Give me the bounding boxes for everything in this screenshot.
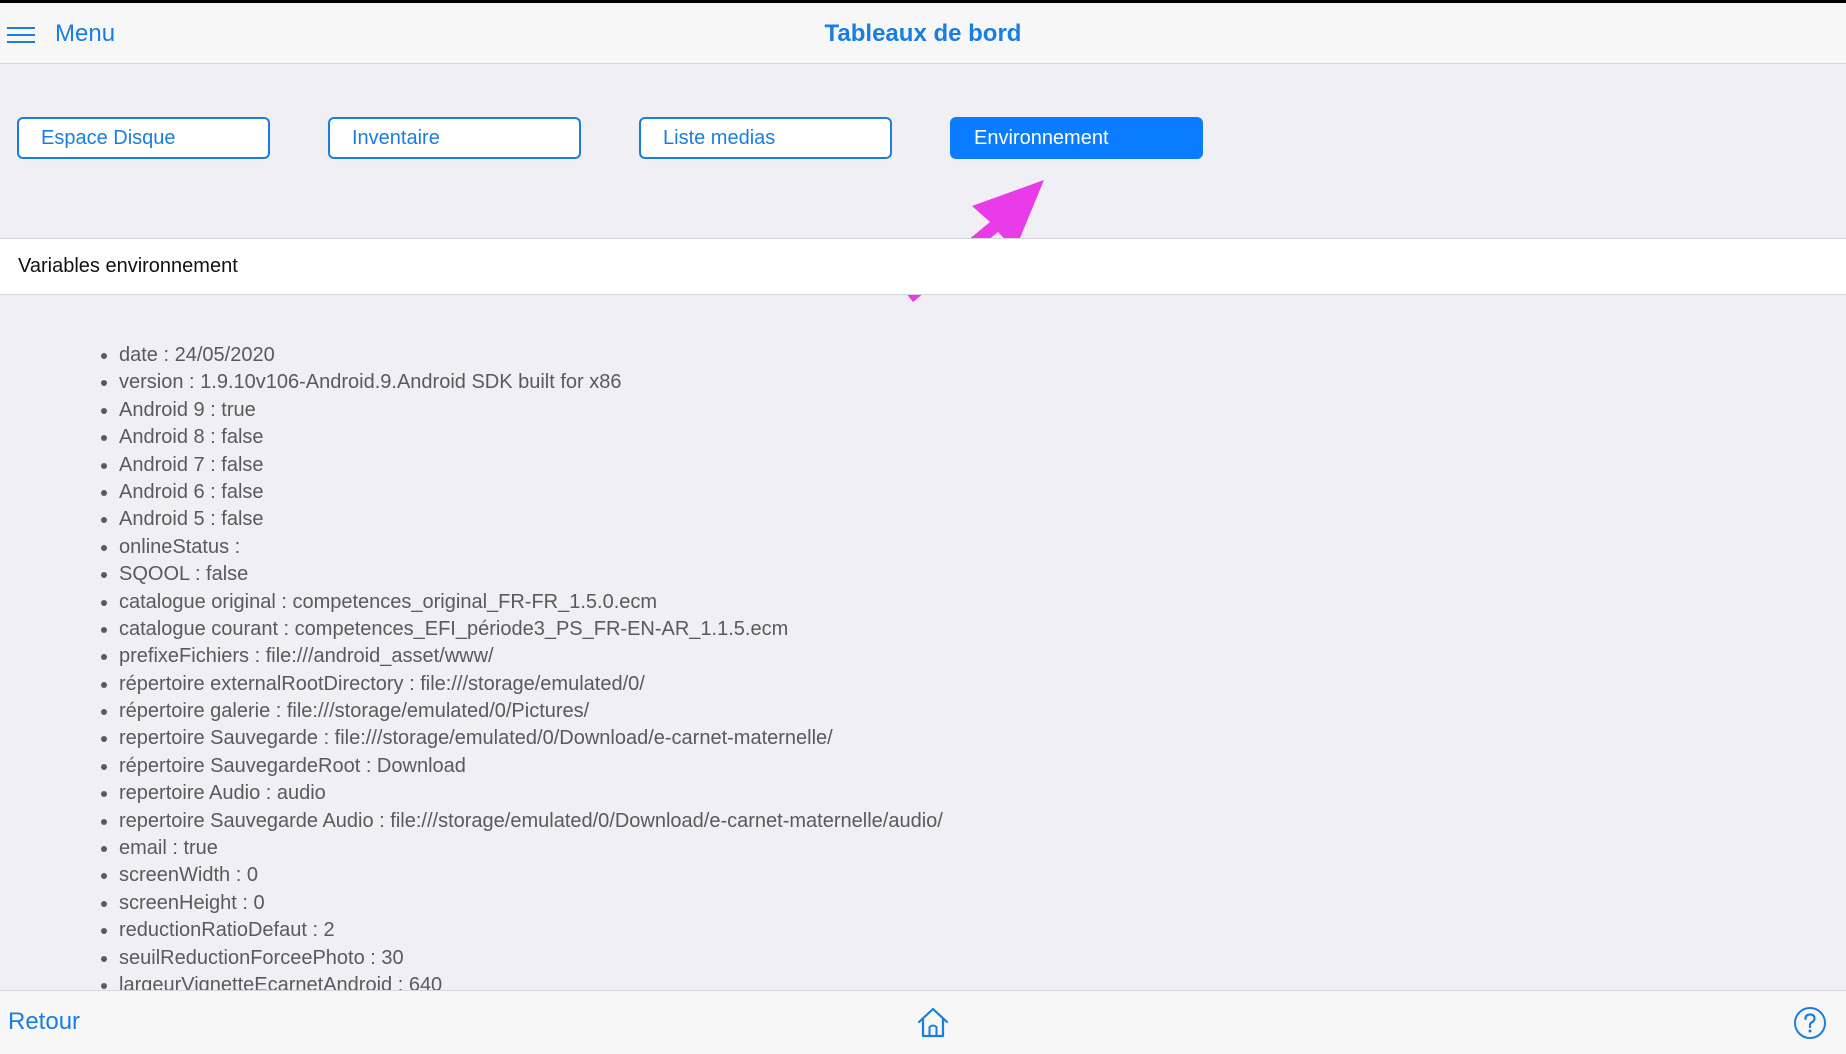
section-title: Variables environnement xyxy=(18,255,238,277)
section-header: Variables environnement xyxy=(0,238,1846,295)
list-item: repertoire Sauvegarde Audio : file:///st… xyxy=(119,808,943,835)
list-item: seuilReductionForceePhoto : 30 xyxy=(119,945,943,972)
back-button[interactable]: Retour xyxy=(8,991,80,1053)
list-item: répertoire SauvegardeRoot : Download xyxy=(119,753,943,780)
list-item: Android 7 : false xyxy=(119,452,943,479)
list-item: repertoire Audio : audio xyxy=(119,780,943,807)
list-item: SQOOL : false xyxy=(119,561,943,588)
list-item: Android 5 : false xyxy=(119,506,943,533)
list-item: prefixeFichiers : file:///android_asset/… xyxy=(119,643,943,670)
list-item: répertoire externalRootDirectory : file:… xyxy=(119,671,943,698)
app-window: Menu Tableaux de bord Espace Disque Inve… xyxy=(0,0,1846,1054)
list-item: répertoire galerie : file:///storage/emu… xyxy=(119,698,943,725)
dashboard-tabs: Espace Disque Inventaire Liste medias En… xyxy=(0,117,1846,159)
list-item: date : 24/05/2020 xyxy=(119,342,943,369)
list-item: Android 8 : false xyxy=(119,424,943,451)
list-item: catalogue courant : competences_EFI_péri… xyxy=(119,616,943,643)
tab-inventaire[interactable]: Inventaire xyxy=(328,117,581,159)
help-icon[interactable] xyxy=(1793,1006,1827,1040)
tab-environnement[interactable]: Environnement xyxy=(950,117,1203,159)
tab-espace-disque[interactable]: Espace Disque xyxy=(17,117,270,159)
list-item: catalogue original : competences_origina… xyxy=(119,589,943,616)
top-bar: Menu Tableaux de bord xyxy=(0,0,1846,64)
home-icon[interactable] xyxy=(916,1005,950,1039)
list-item: onlineStatus : xyxy=(119,534,943,561)
list-item: email : true xyxy=(119,835,943,862)
list-item: screenHeight : 0 xyxy=(119,890,943,917)
list-item: reductionRatioDefaut : 2 xyxy=(119,917,943,944)
bottom-bar: Retour xyxy=(0,990,1846,1054)
list-item: version : 1.9.10v106-Android.9.Android S… xyxy=(119,369,943,396)
list-item: Android 9 : true xyxy=(119,397,943,424)
tab-liste-medias[interactable]: Liste medias xyxy=(639,117,892,159)
environment-variables-list: date : 24/05/2020 version : 1.9.10v106-A… xyxy=(73,342,943,999)
list-item: repertoire Sauvegarde : file:///storage/… xyxy=(119,725,943,752)
list-item: screenWidth : 0 xyxy=(119,862,943,889)
page-title: Tableaux de bord xyxy=(824,20,1022,47)
list-item: Android 6 : false xyxy=(119,479,943,506)
